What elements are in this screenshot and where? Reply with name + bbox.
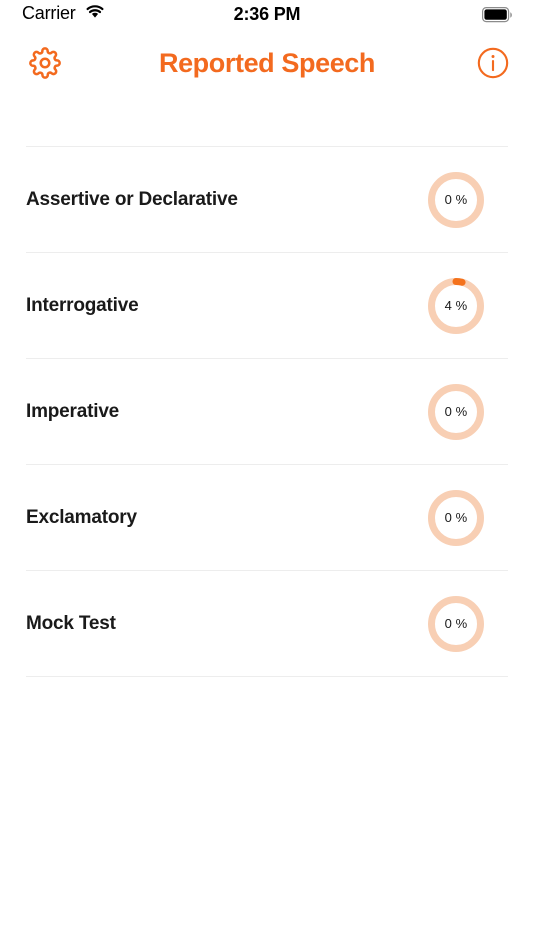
status-bar-right (482, 7, 514, 28)
list-item-label: Imperative (26, 400, 120, 422)
progress-ring: 0 % (427, 383, 485, 441)
progress-value: 4 % (444, 298, 468, 313)
list-item-label: Exclamatory (26, 506, 137, 528)
navigation-bar: Reported Speech (0, 32, 534, 96)
list-item[interactable]: Interrogative 4 % (0, 253, 534, 358)
page-title: Reported Speech (158, 48, 376, 78)
progress-value: 0 % (444, 404, 468, 419)
list-item-label: Interrogative (26, 294, 139, 316)
progress-ring: 4 % (427, 277, 485, 335)
progress-value: 0 % (444, 510, 468, 525)
progress-ring: 0 % (427, 171, 485, 229)
list-item-label: Mock Test (26, 612, 116, 634)
info-circle-icon (476, 46, 510, 85)
list-item[interactable]: Exclamatory 0 % (0, 465, 534, 570)
status-bar-time: 2:36 PM (233, 4, 301, 24)
list-item[interactable]: Mock Test 0 % (0, 571, 534, 676)
list-item-label: Assertive or Declarative (26, 188, 238, 210)
progress-value: 0 % (444, 192, 468, 207)
battery-full-icon (482, 7, 514, 28)
list-divider (26, 676, 508, 677)
status-bar: Carrier 2:36 PM (0, 0, 534, 32)
progress-ring: 0 % (427, 595, 485, 653)
app-screen: Carrier 2:36 PM Reported Speech Assertiv… (0, 0, 534, 950)
list-item[interactable]: Assertive or Declarative 0 % (0, 147, 534, 252)
info-button[interactable] (472, 44, 514, 86)
category-list: Assertive or Declarative 0 % Interrogati… (0, 146, 534, 677)
progress-ring: 0 % (427, 489, 485, 547)
progress-value: 0 % (444, 616, 468, 631)
list-item[interactable]: Imperative 0 % (0, 359, 534, 464)
